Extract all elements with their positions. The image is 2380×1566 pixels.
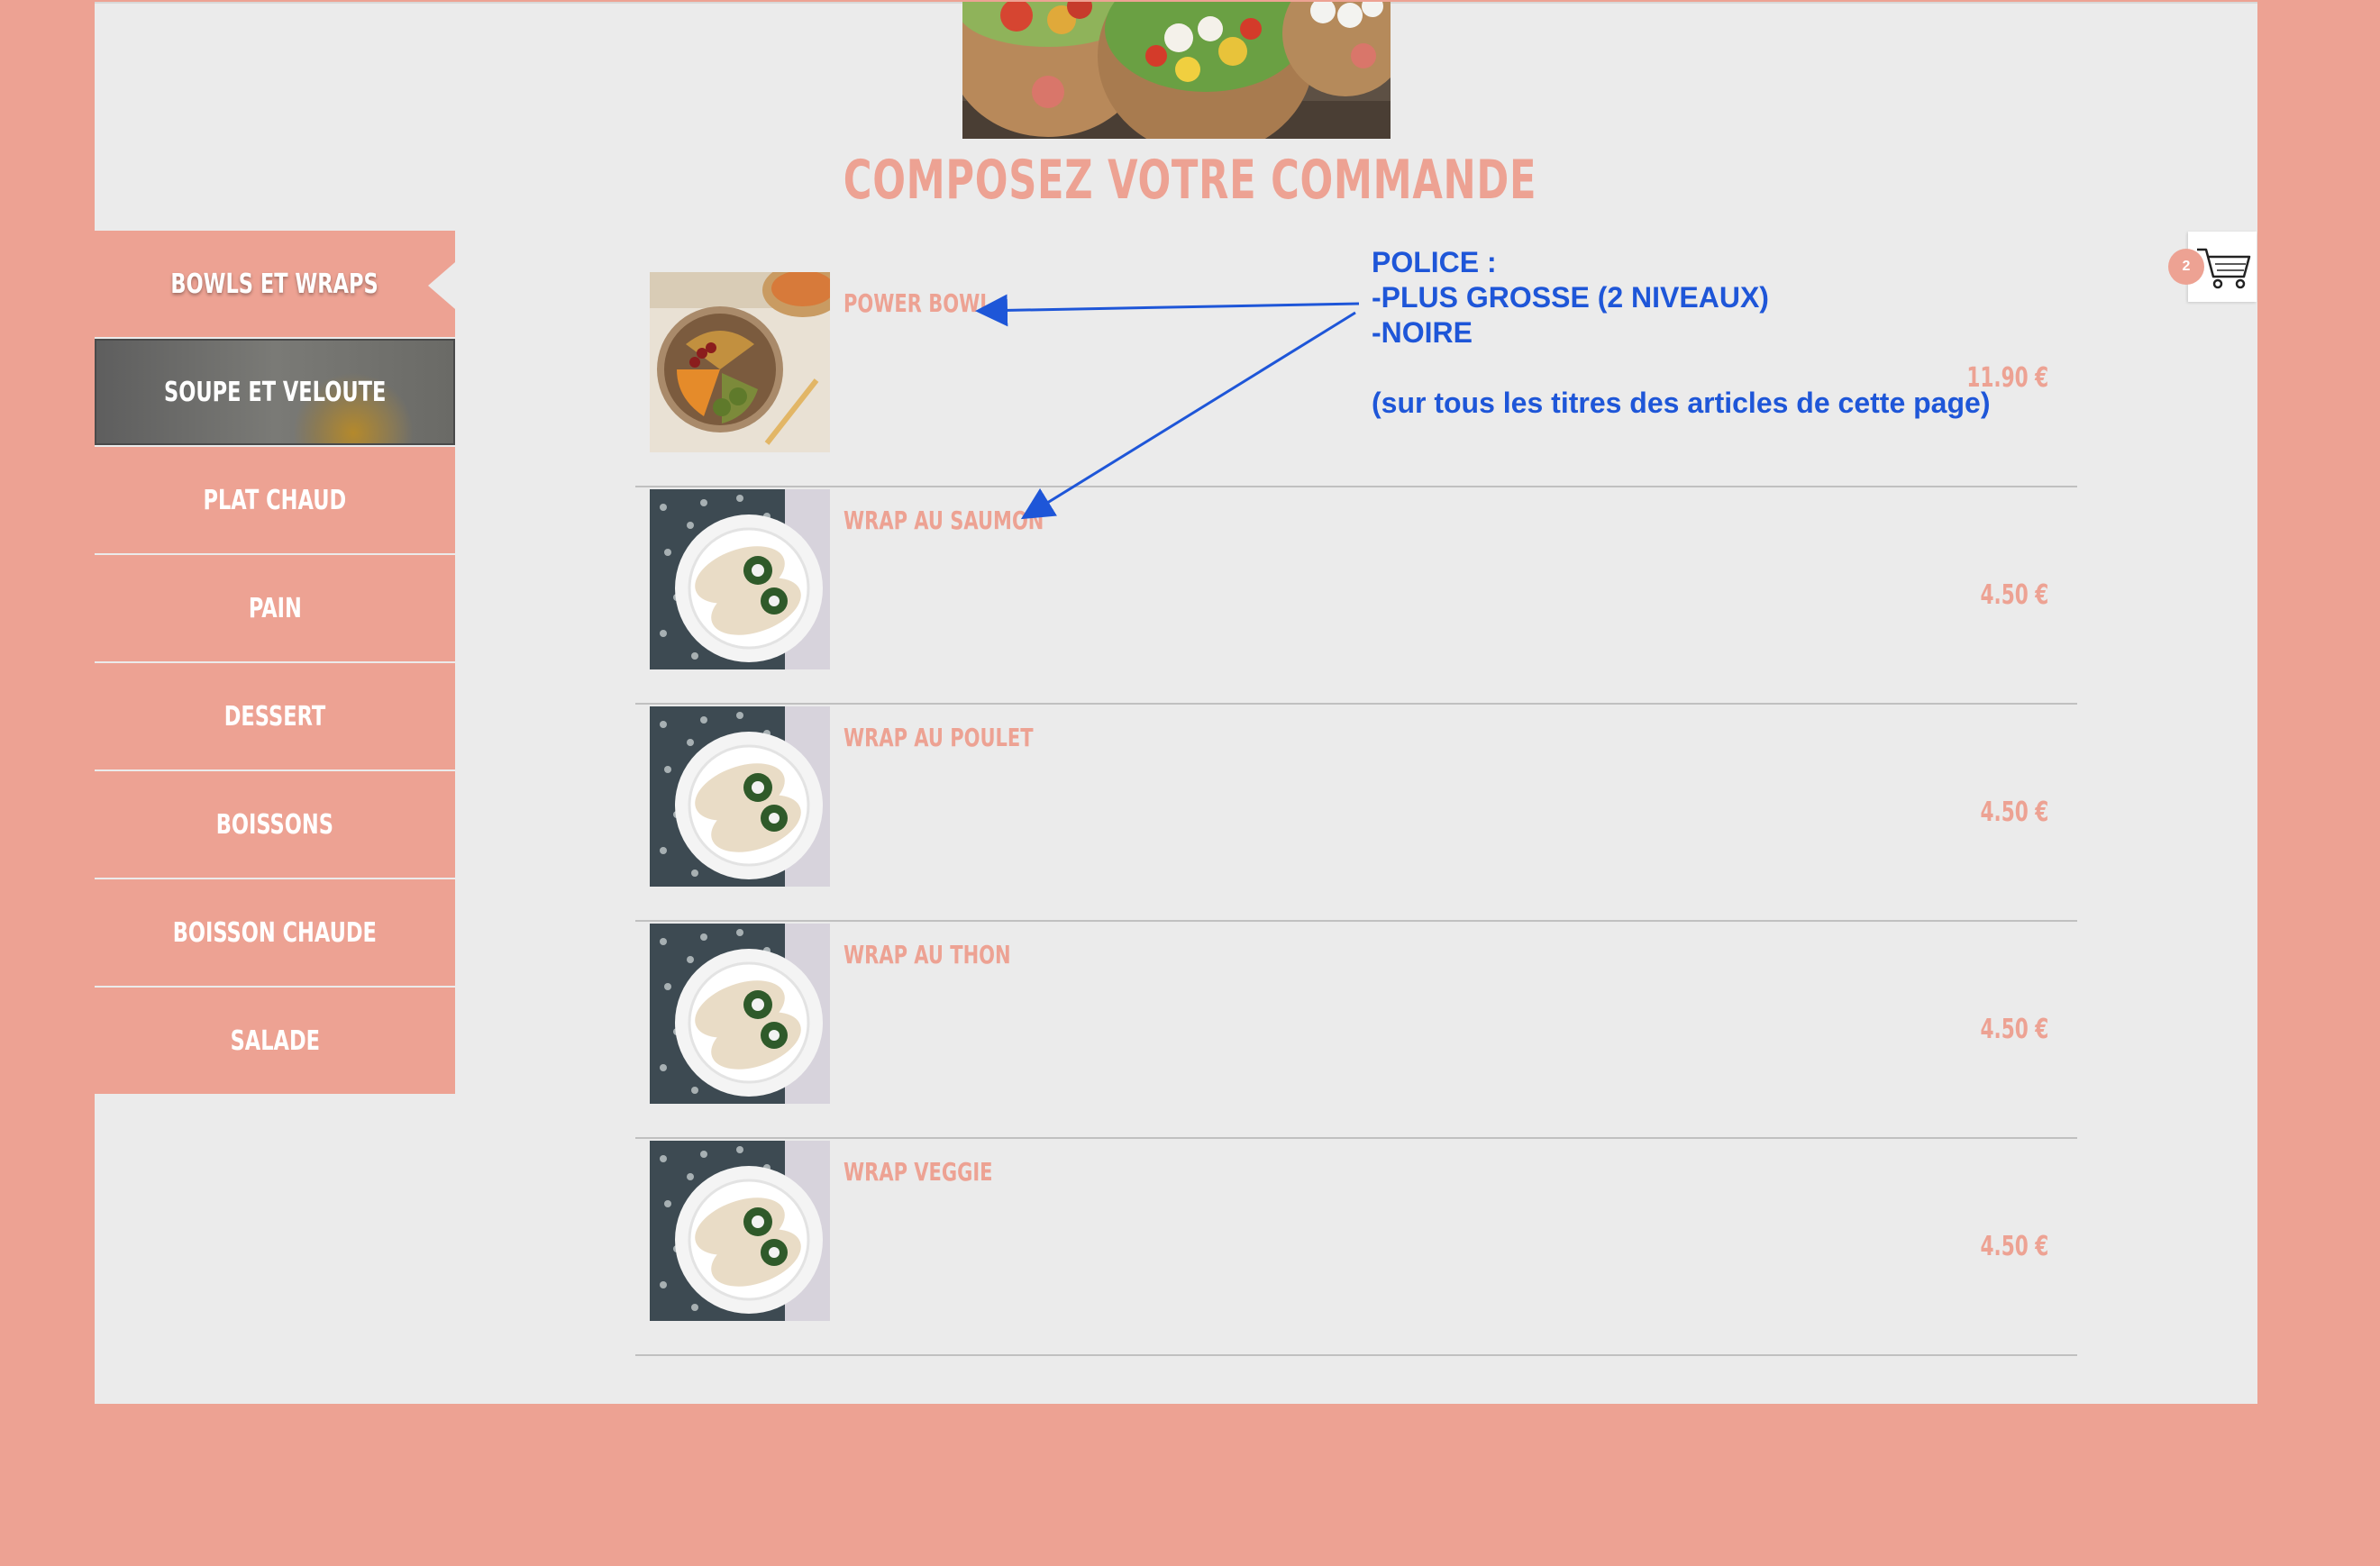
review-annotation: POLICE : -PLUS GROSSE (2 NIVEAUX) -NOIRE… bbox=[1372, 245, 1990, 421]
sidebar-item-label: BOISSONS bbox=[215, 808, 334, 841]
product-row[interactable]: WRAP AU THON 4.50 € bbox=[635, 922, 2077, 1139]
sidebar-item-label: SOUPE ET VELOUTE bbox=[163, 376, 387, 408]
annotation-line: -NOIRE bbox=[1372, 316, 1473, 349]
product-name[interactable]: WRAP VEGGIE bbox=[843, 1157, 993, 1187]
sidebar-item-label: PLAT CHAUD bbox=[203, 484, 347, 516]
sidebar-item-label: PAIN bbox=[248, 592, 302, 624]
product-name[interactable]: WRAP AU SAUMON bbox=[843, 505, 1044, 535]
product-row[interactable]: WRAP AU POULET 4.50 € bbox=[635, 705, 2077, 922]
sidebar-item-label: BOISSON CHAUDE bbox=[172, 916, 378, 949]
product-row[interactable]: WRAP AU SAUMON 4.50 € bbox=[635, 487, 2077, 705]
sidebar-item-plat-chaud[interactable]: PLAT CHAUD bbox=[95, 447, 455, 553]
annotation-line bbox=[1372, 351, 1990, 386]
product-name[interactable]: WRAP AU THON bbox=[843, 940, 1011, 970]
sidebar-item-salade[interactable]: SALADE bbox=[95, 988, 455, 1094]
product-price: 4.50 € bbox=[1980, 1231, 2048, 1262]
product-image-wrap-veggie[interactable] bbox=[650, 1141, 830, 1321]
hero-image bbox=[962, 2, 1391, 139]
sidebar-item-label: DESSERT bbox=[223, 700, 326, 733]
cart-count-badge: 2 bbox=[2168, 249, 2204, 285]
sidebar-item-boissons[interactable]: BOISSONS bbox=[95, 771, 455, 878]
product-price: 4.50 € bbox=[1980, 797, 2048, 828]
product-name[interactable]: WRAP AU POULET bbox=[843, 723, 1034, 752]
product-row[interactable]: WRAP VEGGIE 4.50 € bbox=[635, 1139, 2077, 1356]
sidebar-item-bowls-et-wraps[interactable]: BOWLS ET WRAPS bbox=[95, 231, 455, 337]
annotation-line: POLICE : bbox=[1372, 246, 1497, 278]
sidebar-item-label: SALADE bbox=[230, 1024, 320, 1057]
product-image-wrap-au-saumon[interactable] bbox=[650, 489, 830, 669]
product-price: 4.50 € bbox=[1980, 579, 2048, 611]
product-image-power-bowl[interactable] bbox=[650, 272, 830, 452]
sidebar-item-dessert[interactable]: DESSERT bbox=[95, 663, 455, 769]
sidebar-item-boisson-chaude[interactable]: BOISSON CHAUDE bbox=[95, 879, 455, 986]
category-sidebar: BOWLS ET WRAPS SOUPE ET VELOUTE PLAT CHA… bbox=[95, 231, 455, 1096]
product-image-wrap-au-poulet[interactable] bbox=[650, 706, 830, 887]
page-title: COMPOSEZ VOTRE COMMANDE bbox=[843, 149, 1537, 212]
product-image-wrap-au-thon[interactable] bbox=[650, 924, 830, 1104]
annotation-line: (sur tous les titres des articles de cet… bbox=[1372, 387, 1991, 419]
annotation-line: -PLUS GROSSE (2 NIVEAUX) bbox=[1372, 281, 1769, 314]
product-price: 4.50 € bbox=[1980, 1014, 2048, 1045]
sidebar-item-soupe-et-veloute[interactable]: SOUPE ET VELOUTE bbox=[95, 339, 455, 445]
sidebar-item-label: BOWLS ET WRAPS bbox=[170, 268, 379, 300]
product-name[interactable]: POWER BOWL bbox=[843, 288, 992, 318]
product-list: POWER BOWL 11.90 € WRAP AU SAUMON 4.50 €… bbox=[635, 270, 2077, 1356]
sidebar-item-pain[interactable]: PAIN bbox=[95, 555, 455, 661]
